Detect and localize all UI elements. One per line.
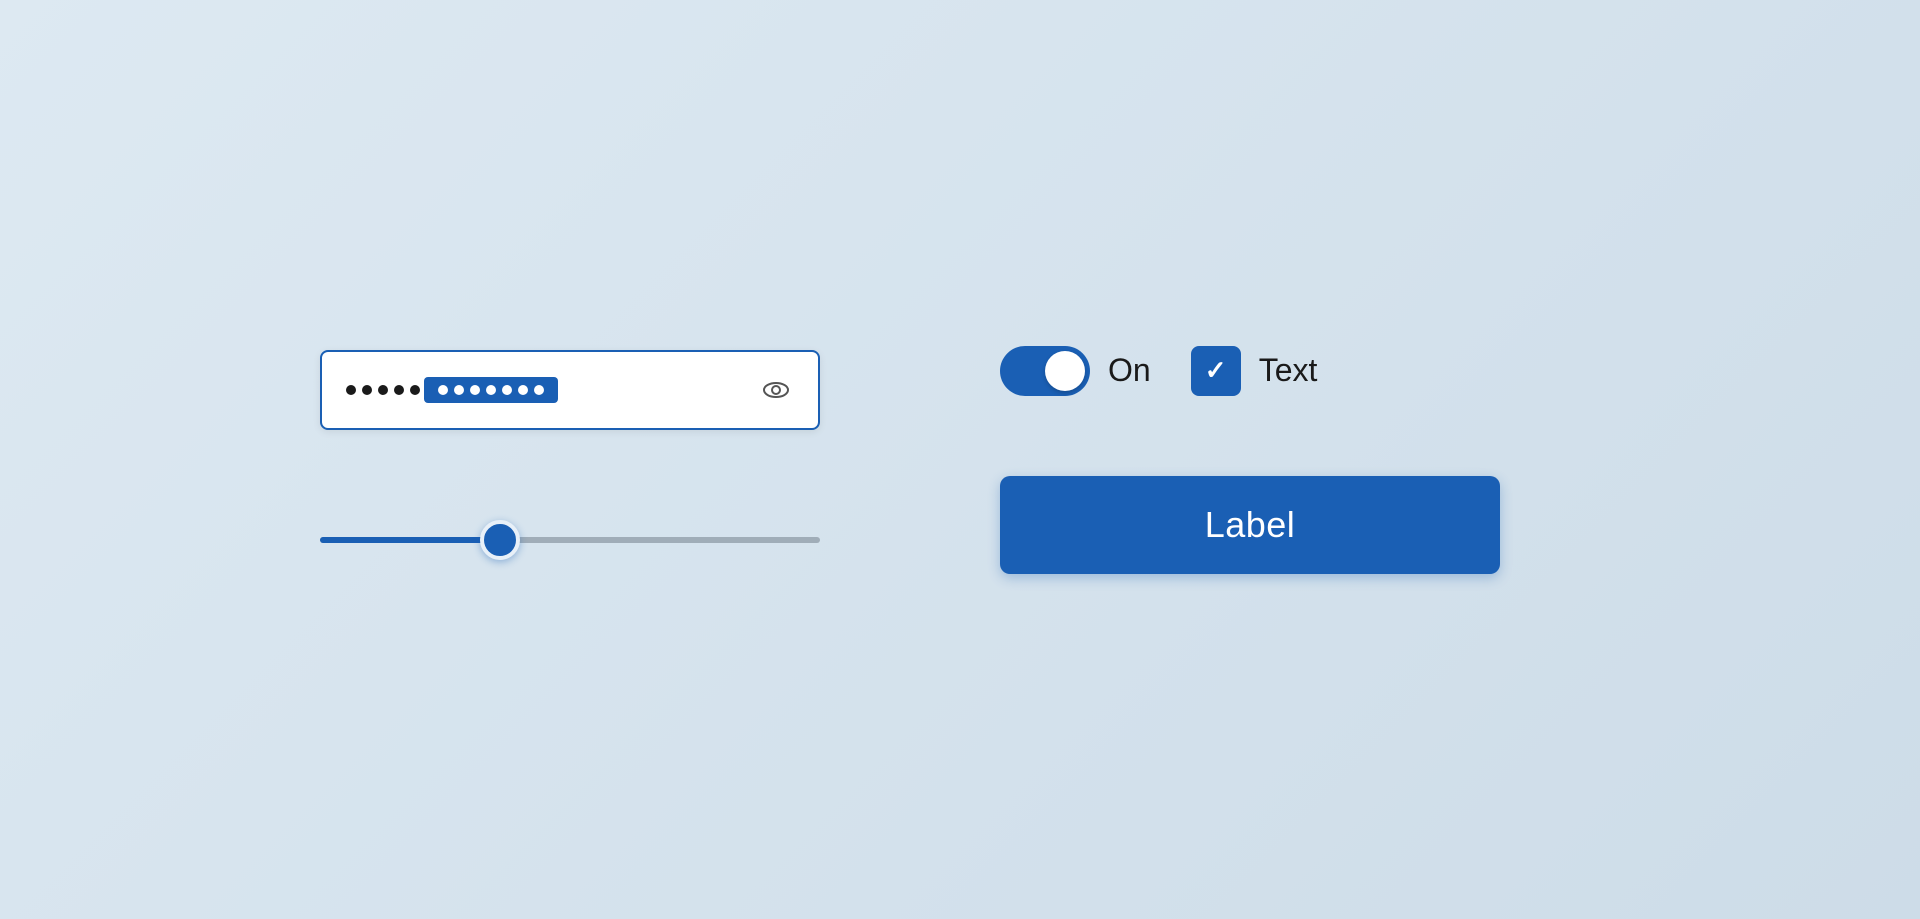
selected-dots: [424, 377, 558, 403]
slider-track: [320, 537, 820, 543]
primary-button[interactable]: Label: [1000, 476, 1500, 574]
toggle-label: On: [1108, 352, 1151, 389]
dot-2: [362, 385, 372, 395]
password-input[interactable]: [320, 350, 820, 430]
sel-dot-3: [470, 385, 480, 395]
slider-fill: [320, 537, 500, 543]
checkmark-icon: ✓: [1205, 355, 1227, 386]
sel-dot-2: [454, 385, 464, 395]
sel-dot-5: [502, 385, 512, 395]
dot-3: [378, 385, 388, 395]
toggle-thumb: [1045, 351, 1085, 391]
eye-icon: [762, 376, 790, 404]
checkbox[interactable]: ✓: [1191, 346, 1241, 396]
slider-thumb[interactable]: [480, 520, 520, 560]
unselected-dots: [346, 385, 420, 395]
sel-dot-4: [486, 385, 496, 395]
sel-dot-7: [534, 385, 544, 395]
dot-1: [346, 385, 356, 395]
dot-5: [410, 385, 420, 395]
main-container: On ✓ Text Label: [260, 286, 1660, 634]
dot-4: [394, 385, 404, 395]
toggle-container: On: [1000, 346, 1151, 396]
show-password-button[interactable]: [758, 372, 794, 408]
toggle-switch[interactable]: [1000, 346, 1090, 396]
controls-row: On ✓ Text: [1000, 346, 1600, 396]
checkbox-container: ✓ Text: [1191, 346, 1318, 396]
sel-dot-6: [518, 385, 528, 395]
sel-dot-1: [438, 385, 448, 395]
password-dots-area: [346, 377, 758, 403]
right-column: On ✓ Text Label: [1000, 346, 1600, 574]
slider-container[interactable]: [320, 510, 820, 570]
checkbox-label: Text: [1259, 352, 1318, 389]
left-column: [320, 346, 920, 574]
